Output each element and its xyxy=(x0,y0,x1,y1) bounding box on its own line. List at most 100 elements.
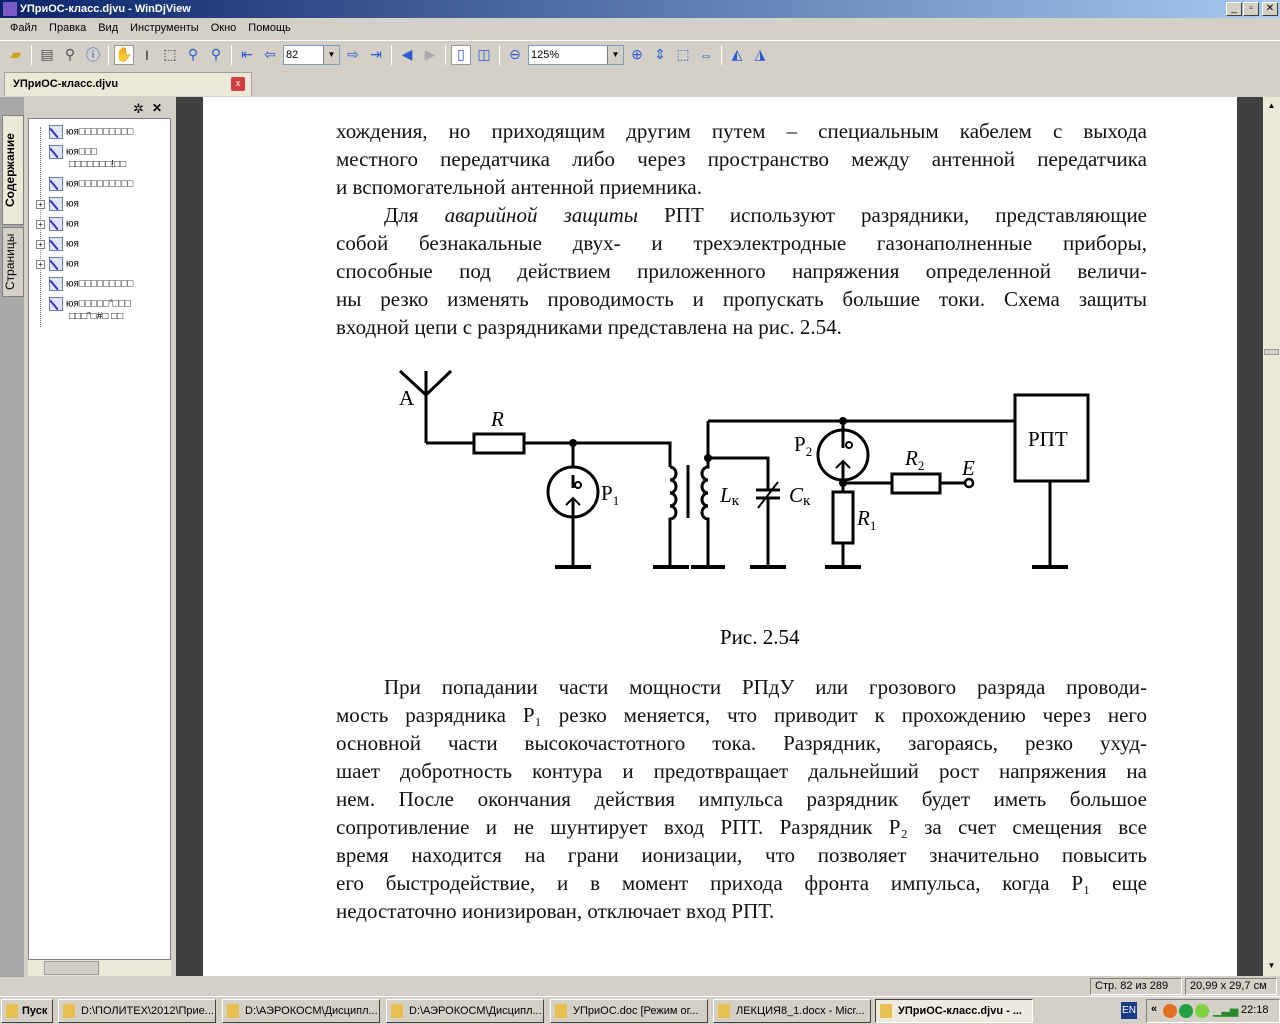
tree-item[interactable]: юя□□□□□"□□□ □□□"□#□ □□ xyxy=(49,297,131,323)
continuous-layout-icon[interactable]: ▯ xyxy=(451,44,471,65)
menu-help[interactable]: Помощь xyxy=(242,19,297,37)
fit-height-icon[interactable]: ⇕ xyxy=(650,45,670,65)
taskbar-item[interactable]: УПриОС.doc [Режим ог... xyxy=(550,999,708,1023)
signal-icon[interactable]: ▁▃▅ xyxy=(1213,1004,1238,1017)
bookmark-icon xyxy=(49,217,63,231)
menu-window[interactable]: Окно xyxy=(205,19,243,37)
expand-icon[interactable]: + xyxy=(36,260,45,269)
chevron-down-icon[interactable]: ▼ xyxy=(607,45,623,64)
expand-icon[interactable]: + xyxy=(36,220,45,229)
prev-page-icon[interactable]: ⇦ xyxy=(260,45,280,65)
show-hidden-icons[interactable]: « xyxy=(1151,1003,1157,1015)
menu-edit[interactable]: Правка xyxy=(43,19,92,37)
menu-view[interactable]: Вид xyxy=(92,19,124,37)
scroll-thumb[interactable] xyxy=(1264,349,1279,355)
scroll-thumb[interactable] xyxy=(44,961,99,975)
label-r2: R2 xyxy=(904,446,924,473)
taskbar-item[interactable]: D:\АЭРОКОСМ\Дисципл... xyxy=(386,999,544,1023)
fit-width-icon[interactable]: ⇔ xyxy=(696,45,716,65)
tab-close-icon[interactable]: x xyxy=(231,77,245,91)
forward-icon[interactable]: ▶ xyxy=(420,45,440,65)
tray-app-icon[interactable] xyxy=(1163,1004,1177,1018)
tree-item-label: юя xyxy=(66,218,79,230)
back-icon[interactable]: ◀ xyxy=(397,45,417,65)
tab-document[interactable]: УПриОС-класс.djvu xyxy=(4,72,252,96)
text-span: Для xyxy=(384,203,445,227)
menu-file[interactable]: Файл xyxy=(4,19,43,37)
open-icon[interactable]: ▰ xyxy=(6,45,26,65)
taskbar-item[interactable]: D:\АЭРОКОСМ\Дисципл... xyxy=(222,999,380,1023)
tab-contents[interactable]: Содержание xyxy=(2,115,24,225)
label-antenna: A xyxy=(399,386,415,410)
status-bar: Стр. 82 из 289 20,99 x 29,7 см xyxy=(0,976,1280,996)
minimize-button[interactable]: _ xyxy=(1226,2,1242,16)
resistor-r2 xyxy=(890,472,942,495)
tree-item-label: юя□□□ xyxy=(66,146,98,158)
first-page-icon[interactable]: ⇤ xyxy=(237,45,257,65)
facing-pages-icon[interactable]: ◫ xyxy=(474,45,494,65)
vertical-scrollbar[interactable]: ▲ ▼ xyxy=(1263,97,1280,976)
tree-item[interactable]: юя xyxy=(49,197,79,211)
info-icon[interactable]: ⓘ xyxy=(83,45,103,65)
zoom-select[interactable]: 125% ▼ xyxy=(528,44,624,65)
zoom-out-icon[interactable]: ⊖ xyxy=(505,45,525,65)
status-page-size: 20,99 x 29,7 см xyxy=(1185,978,1277,995)
sidebar-horizontal-scrollbar[interactable] xyxy=(28,960,171,976)
text-select-icon[interactable]: I xyxy=(137,45,157,65)
taskbar-item[interactable]: D:\ПОЛИТЕХ\2012\Прие... xyxy=(58,999,216,1023)
tree-item[interactable]: юя xyxy=(49,217,79,231)
zoom-rect-icon[interactable]: ⚲ xyxy=(206,45,226,65)
zoom-in-icon[interactable]: ⊕ xyxy=(627,45,647,65)
tree-item[interactable]: юя xyxy=(49,237,79,251)
rect-select-icon[interactable]: ⬚ xyxy=(160,45,180,65)
label-p2: Р2 xyxy=(794,432,812,459)
tree-item[interactable]: юя xyxy=(49,257,79,271)
toolbar: ▰ ▤ ⚲ ⓘ ✋ I ⬚ ⚲ ⚲ ⇤ ⇦ 82 ▼ ⇨ ⇥ ◀ ▶ ▯ ◫ ⊖ … xyxy=(0,40,1280,68)
chevron-down-icon[interactable]: ▼ xyxy=(323,45,339,64)
close-button[interactable]: ✕ xyxy=(1262,2,1278,16)
clock[interactable]: 22:18 xyxy=(1241,1004,1269,1016)
wire xyxy=(708,456,770,490)
fit-page-icon[interactable]: ⬚ xyxy=(673,45,693,65)
zoom-in-tool-icon[interactable]: ⚲ xyxy=(183,45,203,65)
tray-app-icon[interactable] xyxy=(1179,1004,1193,1018)
close-icon[interactable]: ✕ xyxy=(152,101,162,115)
next-page-icon[interactable]: ⇨ xyxy=(343,45,363,65)
tree-item[interactable]: юя□□□ □□□□□□□!□□ xyxy=(49,145,126,171)
menu-tools[interactable]: Инструменты xyxy=(124,19,205,37)
page-number-input[interactable]: 82 ▼ xyxy=(283,44,340,65)
scroll-down-icon[interactable]: ▼ xyxy=(1264,961,1279,973)
tree-item-label: юя□□□□□"□□□ xyxy=(66,298,131,310)
tab-pages[interactable]: Страницы xyxy=(2,227,24,297)
zoom-value: 125% xyxy=(531,48,560,61)
language-indicator[interactable]: EN xyxy=(1121,1002,1137,1019)
gear-icon[interactable]: ✲ xyxy=(133,101,144,117)
maximize-button[interactable]: ▫ xyxy=(1243,2,1259,16)
last-page-icon[interactable]: ⇥ xyxy=(366,45,386,65)
print-icon[interactable]: ▤ xyxy=(37,45,57,65)
system-tray: « ▁▃▅ 22:18 xyxy=(1146,999,1280,1023)
text-line: ны резко изменять проводимость и пропуск… xyxy=(336,287,1147,311)
rotate-left-icon[interactable]: ◭ xyxy=(727,45,747,65)
tree-item[interactable]: юя□□□□□□□□□ xyxy=(49,125,133,139)
scroll-up-icon[interactable]: ▲ xyxy=(1264,101,1279,113)
expand-icon[interactable]: + xyxy=(36,240,45,249)
tree-item[interactable]: юя□□□□□□□□□ xyxy=(49,277,133,291)
primary-coil xyxy=(668,465,678,567)
tab-label: УПриОС-класс.djvu xyxy=(13,78,119,90)
resistor-r xyxy=(472,432,526,455)
taskbar-item[interactable]: ЛЕКЦИЯ8_1.docx - Micr... xyxy=(713,999,871,1023)
hand-tool-icon[interactable]: ✋ xyxy=(114,44,134,65)
taskbar: Пуск D:\ПОЛИТЕХ\2012\Прие... D:\АЭРОКОСМ… xyxy=(0,996,1280,1024)
text-line: основной части высокочастотного тока. Ра… xyxy=(336,731,1147,755)
start-button[interactable]: Пуск xyxy=(1,999,53,1023)
tree-item[interactable]: юя□□□□□□□□□ xyxy=(49,177,133,191)
label-rpt: РПТ xyxy=(1028,427,1068,451)
text-line: нем. После окончания действия импульса р… xyxy=(336,787,1147,811)
rotate-right-icon[interactable]: ◮ xyxy=(750,45,770,65)
expand-icon[interactable]: + xyxy=(36,200,45,209)
tray-app-icon[interactable] xyxy=(1195,1004,1209,1018)
taskbar-item-active[interactable]: УПриОС-класс.djvu - ... xyxy=(875,999,1033,1023)
find-icon[interactable]: ⚲ xyxy=(60,45,80,65)
bookmark-icon xyxy=(49,197,63,211)
